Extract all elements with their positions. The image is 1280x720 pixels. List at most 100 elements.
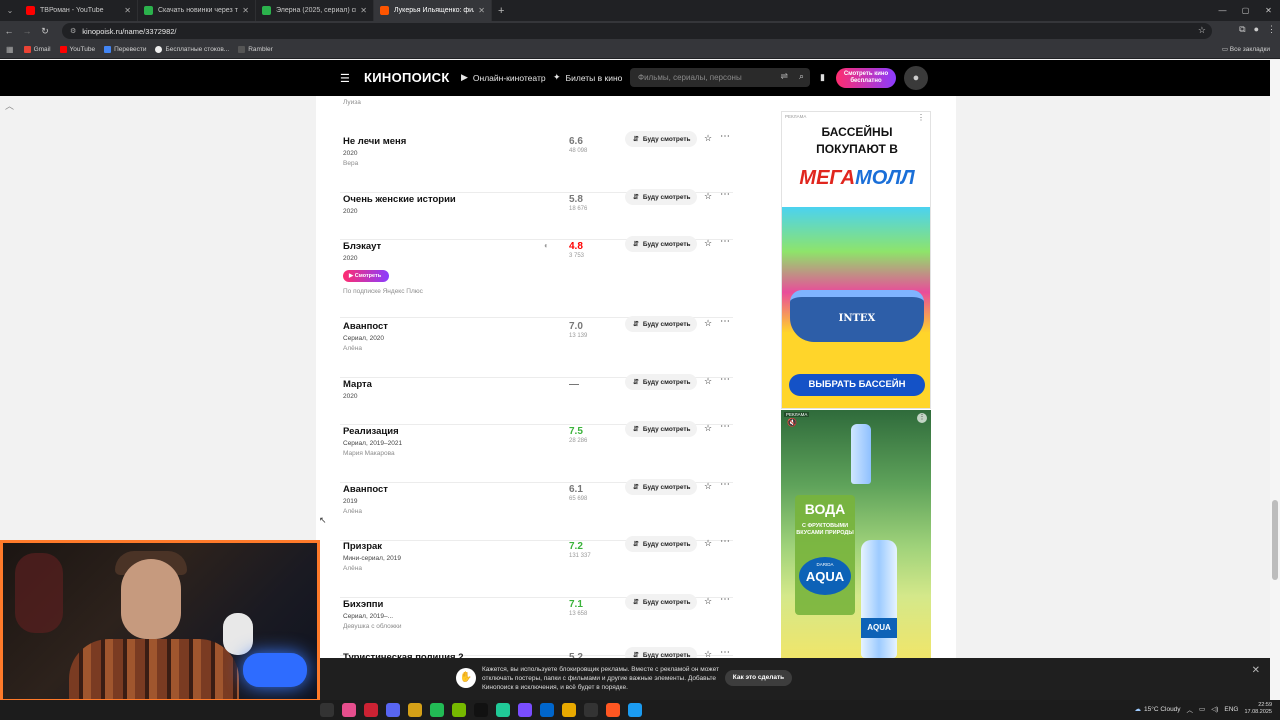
more-options-icon[interactable]: ⋯	[720, 536, 730, 547]
search-icon[interactable]: ⌕	[799, 71, 804, 82]
film-row[interactable]: Не лечи меня 2020 Вера 6.6 48 098 ⇵ Буду смотр…	[340, 131, 733, 193]
want-to-watch-button[interactable]: ⇵ Буду смотреть	[625, 479, 697, 495]
want-to-watch-button[interactable]: ⇵ Буду смотреть	[625, 131, 697, 147]
steam-icon[interactable]	[628, 703, 642, 717]
forward-icon[interactable]: →	[18, 26, 36, 36]
more-options-icon[interactable]: ⋯	[720, 479, 730, 490]
bookmark-youtube[interactable]: YouTube	[59, 46, 95, 53]
mute-icon[interactable]: 🔇	[787, 418, 797, 427]
apps-icon[interactable]: ▦	[6, 45, 14, 54]
extensions-icon[interactable]: ⧉	[1239, 24, 1245, 35]
tab-close-icon[interactable]: ✕	[478, 6, 485, 15]
film-title[interactable]: Аванпост	[343, 484, 388, 495]
tab-close-icon[interactable]: ✕	[124, 6, 131, 15]
nvidia-icon[interactable]	[452, 703, 466, 717]
tab-close-icon[interactable]: ✕	[360, 6, 367, 15]
film-row[interactable]: Реализация Сериал, 2019–2021 Мария Макаров…	[340, 421, 733, 483]
filter-icon[interactable]: ⇌	[780, 71, 788, 82]
bookmark-gmail[interactable]: Gmail	[23, 46, 51, 53]
app-icon[interactable]	[364, 703, 378, 717]
star-rate-icon[interactable]: ☆	[704, 133, 712, 144]
chrome-icon[interactable]	[584, 703, 598, 717]
app-icon[interactable]	[540, 703, 554, 717]
browser-tab[interactable]: Скачать новинки через торрент ✕	[138, 0, 256, 21]
browser-menu-icon[interactable]: ⋮	[1267, 24, 1276, 35]
page-scrollbar[interactable]	[1270, 60, 1280, 720]
ad-menu-icon[interactable]: ⋮	[917, 113, 925, 122]
want-to-watch-button[interactable]: ⇵ Буду смотреть	[625, 316, 697, 332]
film-title[interactable]: Призрак	[343, 541, 382, 552]
app-icon[interactable]	[606, 703, 620, 717]
ad-menu-icon[interactable]: ⋮	[917, 413, 927, 423]
film-title[interactable]: Блэкаут	[343, 241, 381, 252]
tiktok-icon[interactable]	[474, 703, 488, 717]
film-row[interactable]: Аванпост 2019 Алёна 6.1 65 698 ⇵ Буду смотреть…	[340, 479, 733, 541]
more-options-icon[interactable]: ⋯	[720, 594, 730, 605]
star-rate-icon[interactable]: ☆	[704, 538, 712, 549]
film-row[interactable]: Блэкаут 2020 4.8 3 753 ⇵ Буду смотреть ☆ ⋯ ◐ ▶ См…	[340, 236, 733, 318]
close-window-icon[interactable]: ✕	[1257, 0, 1280, 21]
hamburger-menu-icon[interactable]: ☰	[340, 72, 350, 85]
more-options-icon[interactable]: ⋯	[720, 316, 730, 327]
want-to-watch-button[interactable]: ⇵ Буду смотреть	[625, 374, 697, 390]
star-rate-icon[interactable]: ☆	[704, 649, 712, 658]
want-to-watch-button[interactable]: ⇵ Буду смотреть	[625, 236, 697, 252]
star-rate-icon[interactable]: ☆	[704, 318, 712, 329]
app-icon[interactable]	[562, 703, 576, 717]
more-options-icon[interactable]: ⋯	[720, 131, 730, 142]
film-title[interactable]: Марта	[343, 379, 372, 390]
chevron-up-icon[interactable]: ︿	[5, 99, 14, 112]
how-to-button[interactable]: Как это сделать	[725, 670, 792, 686]
ad-megamall[interactable]: РЕКЛАМА ⋮ БАССЕЙНЫ ПОКУПАЮТ В МЕГАМОЛЛ IN…	[781, 111, 931, 409]
site-info-icon[interactable]: ⚙	[70, 27, 76, 35]
bookmark-rambler[interactable]: Rambler	[238, 46, 273, 53]
more-options-icon[interactable]: ⋯	[720, 421, 730, 432]
bookmark-star-icon[interactable]: ☆	[1198, 25, 1206, 36]
watch-button[interactable]: ▶ Смотреть	[343, 270, 389, 282]
bookmark-translate[interactable]: Перевести	[104, 46, 146, 53]
new-tab-button[interactable]: +	[498, 5, 504, 17]
browser-tab[interactable]: Лукерья Ильященко: фильмы ✕	[374, 0, 492, 21]
choose-pool-button[interactable]: ВЫБРАТЬ БАССЕЙН	[789, 374, 925, 396]
want-to-watch-button[interactable]: ⇵ Буду смотреть	[625, 421, 697, 437]
start-icon[interactable]	[320, 703, 334, 717]
film-title[interactable]: Реализация	[343, 426, 399, 437]
omnibox[interactable]: ⚙ kinopoisk.ru/name/3372982/ ☆	[62, 23, 1212, 39]
film-row[interactable]: Марта 2020 — ⇵ Буду смотреть ☆ ⋯	[340, 374, 733, 425]
browser-tab[interactable]: ТВРоман - YouTube ✕	[20, 0, 138, 21]
bookmark-stock[interactable]: Бесплатные стоков...	[155, 46, 229, 53]
film-row[interactable]: Очень женские истории 2020 5.8 18 676 ⇵ Буду …	[340, 189, 733, 240]
reload-icon[interactable]: ↻	[36, 26, 54, 37]
network-icon[interactable]: ▭	[1199, 705, 1205, 713]
app-icon[interactable]	[518, 703, 532, 717]
tray-chevron-icon[interactable]: ︿	[1187, 704, 1194, 714]
star-rate-icon[interactable]: ☆	[704, 596, 712, 607]
minimize-icon[interactable]: —	[1211, 0, 1234, 21]
saved-bookmark-icon[interactable]: ▮	[820, 72, 825, 83]
want-to-watch-button[interactable]: ⇵ Буду смотреть	[625, 189, 697, 205]
more-options-icon[interactable]: ⋯	[720, 647, 730, 658]
star-rate-icon[interactable]: ☆	[704, 423, 712, 434]
want-to-watch-button[interactable]: ⇵ Буду смотреть	[625, 594, 697, 610]
more-options-icon[interactable]: ⋯	[720, 236, 730, 247]
kinopoisk-logo[interactable]: КИНОПОИСК	[364, 70, 450, 85]
want-to-watch-button[interactable]: ⇵ Буду смотреть	[625, 647, 697, 658]
browser-tab[interactable]: Элерна (2025, сериал) скачать ✕	[256, 0, 374, 21]
film-title[interactable]: Аванпост	[343, 321, 388, 332]
app-icon[interactable]	[430, 703, 444, 717]
more-options-icon[interactable]: ⋯	[720, 189, 730, 200]
user-avatar[interactable]: ●	[904, 66, 928, 90]
star-rate-icon[interactable]: ☆	[704, 376, 712, 387]
film-title[interactable]: Бихэппи	[343, 599, 383, 610]
all-bookmarks[interactable]: ▭ Все закладки	[1222, 45, 1270, 53]
nav-online-cinema[interactable]: ▶ Онлайн-кинотеатр	[461, 72, 546, 83]
weather-widget[interactable]: ☁ 15°C Cloudy	[1134, 705, 1180, 714]
scrollbar-thumb[interactable]	[1272, 500, 1278, 580]
tab-search-icon[interactable]: ⌄	[0, 6, 20, 15]
tab-close-icon[interactable]: ✕	[242, 6, 249, 15]
nav-tickets[interactable]: ✦ Билеты в кино	[553, 72, 622, 83]
film-row[interactable]: Призрак Мини-сериал, 2019 Алёна 7.2 131 337 ⇵…	[340, 536, 733, 598]
discord-icon[interactable]	[386, 703, 400, 717]
ad-aqua[interactable]: РЕКЛАМА 🔇 ⋮ ВОДА С ФРУКТОВЫМИ ВКУСАМИ ПР…	[781, 410, 931, 658]
search-input[interactable]	[638, 71, 768, 84]
